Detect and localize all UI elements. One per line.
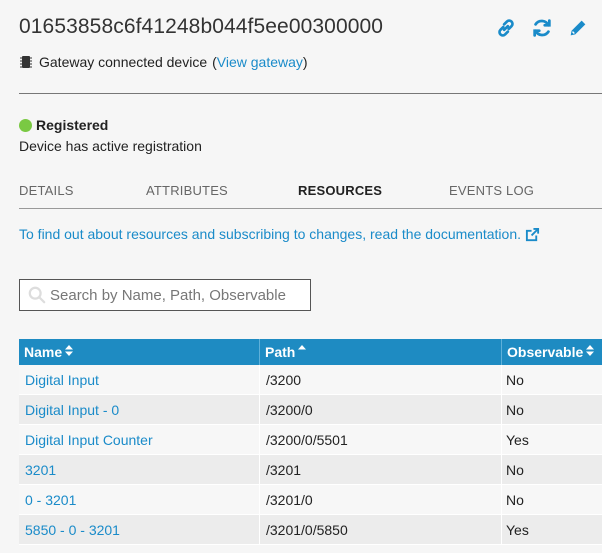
table-row: Digital Input - 0 /3200/0 No bbox=[19, 395, 602, 425]
resource-name-link[interactable]: 0 - 3201 bbox=[19, 485, 260, 514]
device-id-title: 01653858c6f41248b044f5ee00300000 bbox=[19, 15, 384, 38]
table-body: Digital Input /3200 No Digital Input - 0… bbox=[19, 365, 602, 545]
resources-table: Name Path Observable Digital Input /3200… bbox=[19, 339, 602, 545]
resource-name-link[interactable]: 5850 - 0 - 3201 bbox=[19, 515, 260, 544]
table-row: Digital Input /3200 No bbox=[19, 365, 602, 395]
search-icon bbox=[20, 286, 50, 304]
resource-name-link[interactable]: Digital Input bbox=[19, 365, 260, 394]
tab-attributes[interactable]: ATTRIBUTES bbox=[146, 183, 228, 198]
status-description: Device has active registration bbox=[19, 138, 202, 154]
tab-details[interactable]: DETAILS bbox=[19, 183, 74, 198]
gateway-info: Gateway connected device (View gateway) bbox=[19, 54, 308, 70]
column-header-path[interactable]: Path bbox=[260, 339, 502, 365]
column-header-observable-label: Observable bbox=[507, 344, 584, 360]
table-row: 3201 /3201 No bbox=[19, 455, 602, 485]
status-label: Registered bbox=[36, 117, 109, 133]
search-input[interactable] bbox=[50, 286, 305, 304]
view-gateway-link[interactable]: View gateway bbox=[217, 54, 303, 70]
resource-path: /3200/0 bbox=[260, 395, 502, 424]
resource-name-link[interactable]: Digital Input - 0 bbox=[19, 395, 260, 424]
tab-bar: DETAILS ATTRIBUTES RESOURCES EVENTS LOG bbox=[19, 183, 602, 209]
chip-icon bbox=[19, 55, 33, 69]
documentation-link-text: To find out about resources and subscrib… bbox=[19, 226, 521, 242]
column-header-name-label: Name bbox=[24, 344, 63, 360]
edit-icon[interactable] bbox=[566, 16, 590, 40]
gateway-text: Gateway connected device bbox=[39, 54, 208, 70]
documentation-link[interactable]: To find out about resources and subscrib… bbox=[19, 226, 540, 242]
resource-observable: Yes bbox=[506, 521, 529, 538]
sort-both-icon bbox=[65, 345, 74, 359]
resource-path: /3200 bbox=[260, 365, 502, 394]
sort-ascending-icon bbox=[298, 345, 307, 359]
table-row: Digital Input Counter /3200/0/5501 Yes bbox=[19, 425, 602, 455]
column-header-path-label: Path bbox=[265, 344, 296, 360]
tab-resources[interactable]: RESOURCES bbox=[298, 183, 382, 198]
refresh-icon[interactable] bbox=[530, 16, 554, 40]
status-dot-icon bbox=[19, 118, 32, 132]
resource-name-link[interactable]: 3201 bbox=[19, 455, 260, 484]
resource-observable: No bbox=[506, 461, 524, 478]
tab-events-log[interactable]: EVENTS LOG bbox=[449, 183, 534, 198]
resource-observable: No bbox=[506, 371, 524, 388]
search-box bbox=[19, 279, 311, 311]
sort-both-icon bbox=[586, 345, 595, 359]
column-header-name[interactable]: Name bbox=[19, 339, 260, 365]
external-link-icon bbox=[525, 227, 540, 242]
header-actions bbox=[494, 16, 590, 40]
resource-observable: No bbox=[506, 491, 524, 508]
status-badge: Registered bbox=[19, 117, 108, 133]
resource-observable: Yes bbox=[506, 431, 529, 448]
resource-name-link[interactable]: Digital Input Counter bbox=[19, 425, 260, 454]
table-header: Name Path Observable bbox=[19, 339, 602, 365]
column-header-observable[interactable]: Observable bbox=[502, 339, 602, 365]
table-row: 0 - 3201 /3201/0 No bbox=[19, 485, 602, 515]
table-row: 5850 - 0 - 3201 /3201/0/5850 Yes bbox=[19, 515, 602, 545]
resource-path: /3201 bbox=[260, 455, 502, 484]
header-divider bbox=[19, 93, 602, 94]
resource-path: /3201/0 bbox=[260, 485, 502, 514]
link-icon[interactable] bbox=[494, 16, 518, 40]
resource-observable: No bbox=[506, 401, 524, 418]
resource-path: /3200/0/5501 bbox=[260, 425, 502, 454]
resource-path: /3201/0/5850 bbox=[260, 515, 502, 544]
